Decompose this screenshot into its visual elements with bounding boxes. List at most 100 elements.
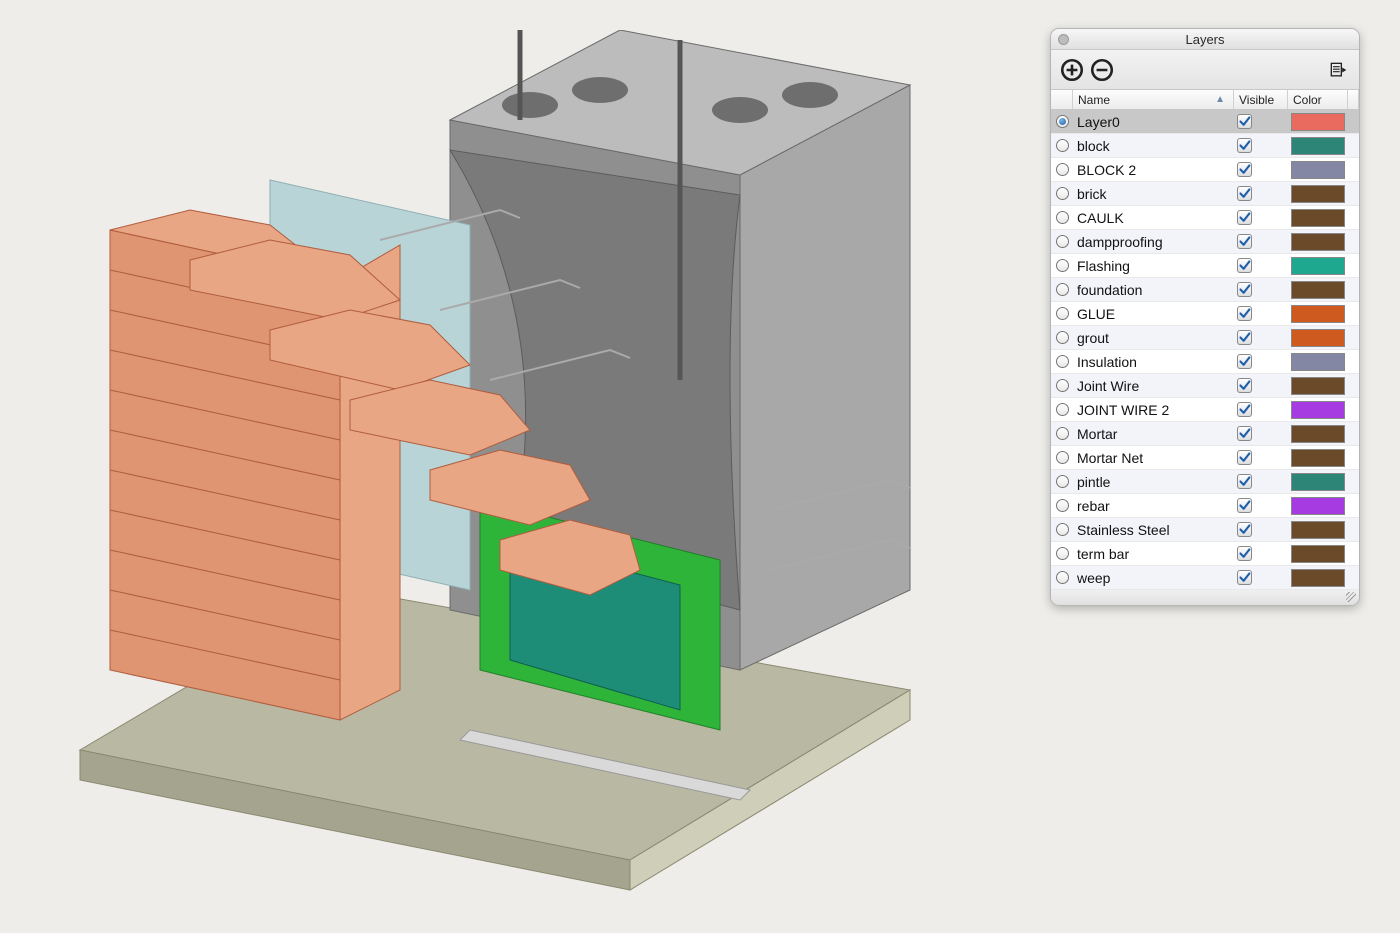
panel-titlebar[interactable]: Layers xyxy=(1051,29,1359,50)
active-layer-radio[interactable] xyxy=(1051,163,1073,176)
active-layer-radio[interactable] xyxy=(1051,427,1073,440)
active-layer-radio[interactable] xyxy=(1051,475,1073,488)
column-name[interactable]: Name ▲ xyxy=(1073,90,1234,109)
layer-visible-checkbox[interactable] xyxy=(1235,402,1289,417)
layer-row[interactable]: JOINT WIRE 2 xyxy=(1051,398,1359,422)
layer-name[interactable]: Mortar Net xyxy=(1073,450,1235,466)
layer-color-swatch[interactable] xyxy=(1289,279,1349,301)
layer-color-swatch[interactable] xyxy=(1289,135,1349,157)
layer-row[interactable]: GLUE xyxy=(1051,302,1359,326)
layer-color-swatch[interactable] xyxy=(1289,231,1349,253)
layer-row[interactable]: Insulation xyxy=(1051,350,1359,374)
layer-color-swatch[interactable] xyxy=(1289,567,1349,589)
layer-row[interactable]: foundation xyxy=(1051,278,1359,302)
layer-color-swatch[interactable] xyxy=(1289,423,1349,445)
layer-row[interactable]: Stainless Steel xyxy=(1051,518,1359,542)
layer-visible-checkbox[interactable] xyxy=(1235,114,1289,129)
column-color[interactable]: Color xyxy=(1288,90,1348,109)
layer-row[interactable]: CAULK xyxy=(1051,206,1359,230)
layer-row[interactable]: block xyxy=(1051,134,1359,158)
remove-layer-button[interactable] xyxy=(1089,57,1115,83)
column-active[interactable] xyxy=(1051,90,1073,109)
layer-color-swatch[interactable] xyxy=(1289,351,1349,373)
layer-color-swatch[interactable] xyxy=(1289,399,1349,421)
layer-visible-checkbox[interactable] xyxy=(1235,426,1289,441)
layer-row[interactable]: Mortar xyxy=(1051,422,1359,446)
close-icon[interactable] xyxy=(1058,34,1069,45)
layer-visible-checkbox[interactable] xyxy=(1235,306,1289,321)
active-layer-radio[interactable] xyxy=(1051,139,1073,152)
layer-visible-checkbox[interactable] xyxy=(1235,138,1289,153)
active-layer-radio[interactable] xyxy=(1051,403,1073,416)
layer-name[interactable]: Joint Wire xyxy=(1073,378,1235,394)
layer-visible-checkbox[interactable] xyxy=(1235,522,1289,537)
active-layer-radio[interactable] xyxy=(1051,451,1073,464)
active-layer-radio[interactable] xyxy=(1051,115,1073,128)
layer-row[interactable]: weep xyxy=(1051,566,1359,590)
active-layer-radio[interactable] xyxy=(1051,355,1073,368)
layer-color-swatch[interactable] xyxy=(1289,159,1349,181)
layer-name[interactable]: JOINT WIRE 2 xyxy=(1073,402,1235,418)
active-layer-radio[interactable] xyxy=(1051,259,1073,272)
layer-visible-checkbox[interactable] xyxy=(1235,210,1289,225)
layer-name[interactable]: pintle xyxy=(1073,474,1235,490)
layer-name[interactable]: CAULK xyxy=(1073,210,1235,226)
layer-name[interactable]: Layer0 xyxy=(1073,114,1235,130)
layer-row[interactable]: rebar xyxy=(1051,494,1359,518)
layer-color-swatch[interactable] xyxy=(1289,495,1349,517)
layer-row[interactable]: term bar xyxy=(1051,542,1359,566)
layer-name[interactable]: Insulation xyxy=(1073,354,1235,370)
active-layer-radio[interactable] xyxy=(1051,283,1073,296)
layer-name[interactable]: rebar xyxy=(1073,498,1235,514)
layer-visible-checkbox[interactable] xyxy=(1235,258,1289,273)
active-layer-radio[interactable] xyxy=(1051,211,1073,224)
add-layer-button[interactable] xyxy=(1059,57,1085,83)
layer-name[interactable]: weep xyxy=(1073,570,1235,586)
layer-row[interactable]: brick xyxy=(1051,182,1359,206)
layer-name[interactable]: grout xyxy=(1073,330,1235,346)
layer-visible-checkbox[interactable] xyxy=(1235,546,1289,561)
active-layer-radio[interactable] xyxy=(1051,331,1073,344)
layer-name[interactable]: foundation xyxy=(1073,282,1235,298)
layer-visible-checkbox[interactable] xyxy=(1235,234,1289,249)
layer-name[interactable]: Flashing xyxy=(1073,258,1235,274)
layer-visible-checkbox[interactable] xyxy=(1235,162,1289,177)
layer-name[interactable]: brick xyxy=(1073,186,1235,202)
layer-row[interactable]: dampproofing xyxy=(1051,230,1359,254)
layer-visible-checkbox[interactable] xyxy=(1235,186,1289,201)
layer-name[interactable]: Mortar xyxy=(1073,426,1235,442)
layer-color-swatch[interactable] xyxy=(1289,255,1349,277)
layer-color-swatch[interactable] xyxy=(1289,303,1349,325)
layer-row[interactable]: Layer0 xyxy=(1051,110,1359,134)
wall-assembly-diagram[interactable] xyxy=(40,30,940,900)
layer-row[interactable]: Flashing xyxy=(1051,254,1359,278)
layer-row[interactable]: Mortar Net xyxy=(1051,446,1359,470)
layer-color-swatch[interactable] xyxy=(1289,375,1349,397)
layer-color-swatch[interactable] xyxy=(1289,111,1349,133)
layer-row[interactable]: grout xyxy=(1051,326,1359,350)
layer-color-swatch[interactable] xyxy=(1289,519,1349,541)
active-layer-radio[interactable] xyxy=(1051,499,1073,512)
layer-color-swatch[interactable] xyxy=(1289,471,1349,493)
active-layer-radio[interactable] xyxy=(1051,523,1073,536)
layer-visible-checkbox[interactable] xyxy=(1235,498,1289,513)
resize-handle[interactable] xyxy=(1051,590,1359,605)
layer-name[interactable]: dampproofing xyxy=(1073,234,1235,250)
active-layer-radio[interactable] xyxy=(1051,307,1073,320)
layer-visible-checkbox[interactable] xyxy=(1235,570,1289,585)
layer-row[interactable]: BLOCK 2 xyxy=(1051,158,1359,182)
layer-name[interactable]: Stainless Steel xyxy=(1073,522,1235,538)
layer-color-swatch[interactable] xyxy=(1289,207,1349,229)
column-visible[interactable]: Visible xyxy=(1234,90,1288,109)
layer-name[interactable]: BLOCK 2 xyxy=(1073,162,1235,178)
layer-row[interactable]: pintle xyxy=(1051,470,1359,494)
layer-name[interactable]: GLUE xyxy=(1073,306,1235,322)
layer-visible-checkbox[interactable] xyxy=(1235,474,1289,489)
layer-name[interactable]: block xyxy=(1073,138,1235,154)
layer-color-swatch[interactable] xyxy=(1289,447,1349,469)
active-layer-radio[interactable] xyxy=(1051,547,1073,560)
active-layer-radio[interactable] xyxy=(1051,235,1073,248)
layer-color-swatch[interactable] xyxy=(1289,327,1349,349)
layer-visible-checkbox[interactable] xyxy=(1235,450,1289,465)
layer-name[interactable]: term bar xyxy=(1073,546,1235,562)
